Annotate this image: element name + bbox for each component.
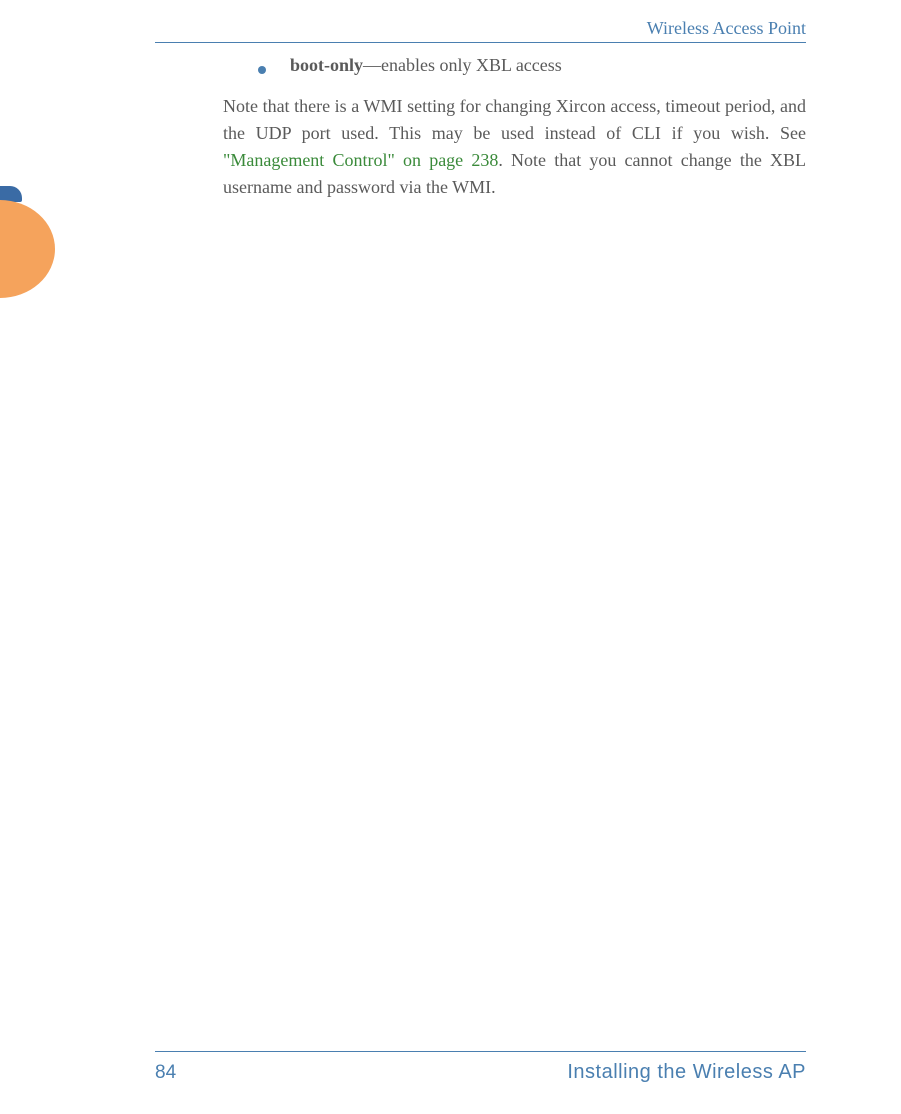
bullet-item: boot-only—enables only XBL access (258, 52, 806, 79)
page-footer: 84 Installing the Wireless AP (155, 1061, 806, 1084)
page-number: 84 (155, 1062, 176, 1084)
bullet-term: boot-only (290, 55, 363, 75)
bullet-description: enables only XBL access (381, 55, 562, 75)
header-divider (155, 42, 806, 43)
bullet-icon (258, 66, 266, 74)
main-content: boot-only—enables only XBL access Note t… (223, 52, 806, 201)
bullet-text: boot-only—enables only XBL access (290, 52, 806, 79)
side-tab-decoration (0, 200, 55, 298)
para-pre-text: Note that there is a WMI setting for cha… (223, 96, 806, 143)
page-header: Wireless Access Point (0, 18, 806, 39)
footer-divider (155, 1051, 806, 1052)
bullet-separator: — (363, 55, 381, 75)
footer-section-title: Installing the Wireless AP (567, 1061, 806, 1084)
body-paragraph: Note that there is a WMI setting for cha… (223, 93, 806, 201)
side-tab-orange-shape (0, 200, 55, 298)
cross-reference-link[interactable]: "Management Control" on page 238 (223, 150, 498, 170)
header-title: Wireless Access Point (647, 18, 806, 38)
